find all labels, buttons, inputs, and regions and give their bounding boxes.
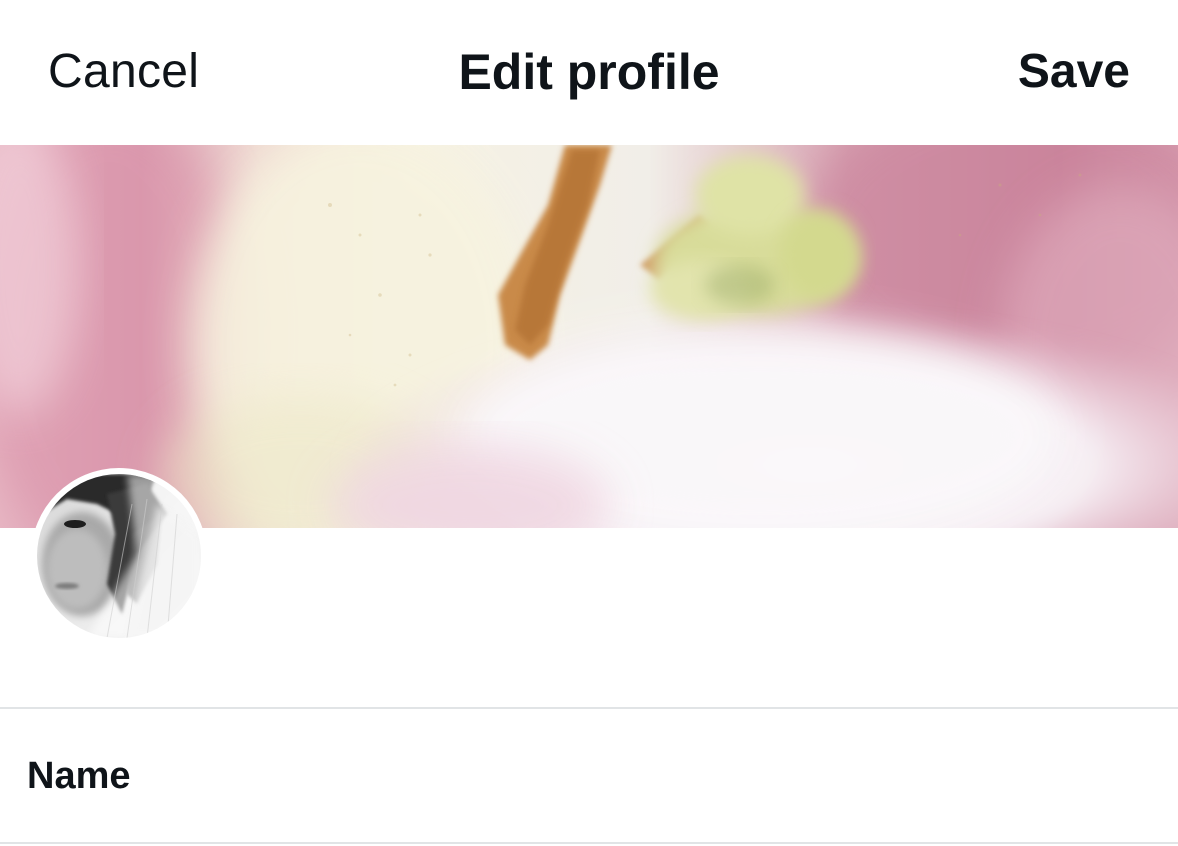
avatar-photo <box>37 474 201 638</box>
name-field-row[interactable]: Name <box>0 709 1178 842</box>
form-divider-bottom <box>0 842 1178 844</box>
header-image[interactable] <box>0 145 1178 528</box>
cancel-button[interactable]: Cancel <box>48 42 199 102</box>
save-button[interactable]: Save <box>1018 42 1130 102</box>
navigation-bar: Cancel Edit profile Save <box>0 0 1178 145</box>
profile-avatar[interactable] <box>31 468 207 644</box>
name-field-label: Name <box>27 755 131 797</box>
edit-profile-screen: Cancel Edit profile Save Name <box>0 0 1178 846</box>
